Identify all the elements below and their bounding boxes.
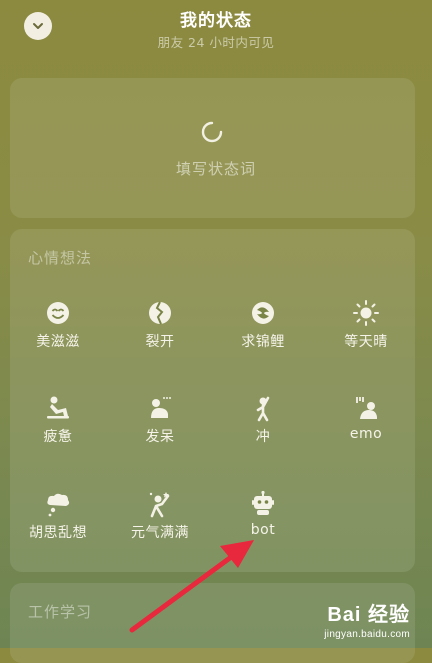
spinner-icon bbox=[201, 121, 223, 143]
watermark-url: jingyan.baidu.com bbox=[324, 629, 410, 640]
page-title: 我的状态 bbox=[180, 11, 252, 31]
annotation-arrow-icon bbox=[129, 540, 254, 633]
header: 我的状态 朋友 24 小时内可见 bbox=[0, 0, 432, 60]
page-subtitle: 朋友 24 小时内可见 bbox=[157, 35, 275, 50]
daze-icon bbox=[146, 394, 174, 422]
mood-section-title: 心情想法 bbox=[28, 249, 93, 267]
robot-icon bbox=[249, 490, 277, 518]
status-input-card[interactable] bbox=[10, 78, 415, 218]
thought-cloud-icon bbox=[44, 490, 72, 518]
mood-item-meizizi[interactable]: 美滋滋 bbox=[18, 299, 98, 369]
koi-icon bbox=[249, 299, 277, 327]
work-section-title: 工作学习 bbox=[28, 603, 93, 621]
mood-item-emo[interactable]: emo bbox=[326, 394, 406, 464]
tired-icon bbox=[44, 394, 72, 422]
baidu-watermark: Bai 经验 jingyan.baidu.com bbox=[324, 598, 410, 640]
mood-item-husiluanxiang[interactable]: 胡思乱想 bbox=[18, 490, 98, 560]
smile-icon bbox=[44, 299, 72, 327]
cracked-icon bbox=[146, 299, 174, 327]
rush-icon bbox=[249, 394, 277, 422]
mood-item-qiujinli[interactable]: 求锦鲤 bbox=[223, 299, 303, 369]
energetic-icon bbox=[146, 490, 174, 518]
mood-item-dengtianqing[interactable]: 等天晴 bbox=[326, 299, 406, 369]
watermark-brand: Bai 经验 bbox=[327, 604, 410, 626]
mood-item-pibei[interactable]: 疲惫 bbox=[18, 394, 98, 464]
mood-item-liekai[interactable]: 裂开 bbox=[120, 299, 200, 369]
mood-item-chong[interactable]: 冲 bbox=[223, 394, 303, 464]
status-placeholder[interactable]: 填写状态词 bbox=[0, 158, 432, 179]
mood-item-fadai[interactable]: 发呆 bbox=[120, 394, 200, 464]
emo-icon bbox=[352, 394, 380, 422]
sun-icon bbox=[352, 299, 380, 327]
